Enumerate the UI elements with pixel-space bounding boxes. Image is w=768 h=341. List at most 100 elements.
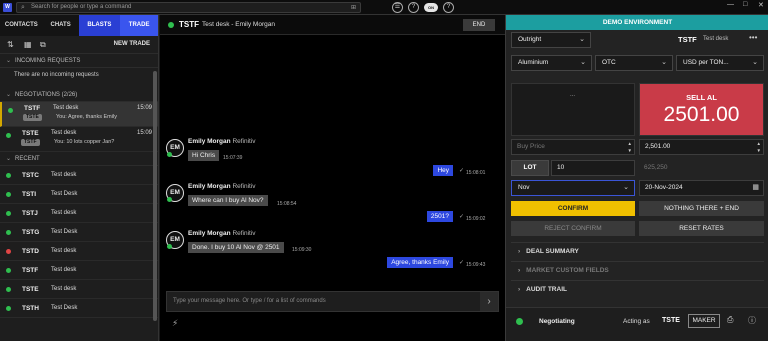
- chat-icon[interactable]: ☰: [392, 2, 403, 13]
- period-select[interactable]: Nov ⌄: [511, 180, 635, 196]
- online-status-dot: [6, 306, 11, 311]
- end-button[interactable]: END: [463, 19, 495, 31]
- question-icon[interactable]: ?: [443, 2, 454, 13]
- recent-item[interactable]: TSTD Test desk: [0, 242, 158, 261]
- negotiation-name: Test desk: [51, 130, 77, 136]
- maximize-icon[interactable]: □: [743, 1, 747, 8]
- grid-icon[interactable]: ▦: [24, 40, 32, 49]
- toggle-icon[interactable]: ON: [424, 3, 438, 12]
- unit-select[interactable]: USD per TON... ⌄: [676, 55, 764, 71]
- quick-command-icon[interactable]: ⚡: [172, 318, 178, 329]
- recent-header[interactable]: ⌄ RECENT: [0, 152, 158, 166]
- online-status-dot: [167, 197, 172, 202]
- online-status-dot: [6, 211, 11, 216]
- online-status-dot: [6, 268, 11, 273]
- recent-item[interactable]: TSTH Test Desk: [0, 299, 158, 318]
- chevron-down-icon: ⌄: [6, 58, 12, 64]
- close-icon[interactable]: ✕: [758, 1, 764, 9]
- trade-panel: DEMO ENVIRONMENT Outright ⌄ TSTF Test des…: [505, 15, 768, 341]
- recent-code: TSTI: [22, 191, 37, 198]
- message-time: 15:07:39: [223, 155, 243, 161]
- incoming-requests-header[interactable]: ⌄ INCOMING REQUESTS: [0, 54, 158, 68]
- help-icon[interactable]: ?: [408, 2, 419, 13]
- buy-price-input[interactable]: Buy Price ▲ ▼: [511, 139, 635, 155]
- sort-icon[interactable]: ⇅: [7, 40, 14, 49]
- left-panel: CONTACTS CHATS BLASTS TRADE ⇅ ▦ ⧉ NEW TR…: [0, 15, 159, 341]
- chevron-right-icon: ›: [518, 267, 521, 274]
- sell-price: 2501.00: [663, 103, 740, 126]
- lot-quantity-input[interactable]: 10: [551, 160, 635, 176]
- recent-name: Test desk: [51, 267, 77, 273]
- confirm-button[interactable]: CONFIRM: [511, 201, 635, 216]
- more-options-icon[interactable]: •••: [749, 33, 757, 42]
- role-button[interactable]: MAKER: [688, 314, 720, 328]
- stepper-icon[interactable]: ▲ ▼: [628, 140, 632, 154]
- online-status-dot: [167, 244, 172, 249]
- venue-select[interactable]: OTC ⌄: [595, 55, 673, 71]
- calendar-icon[interactable]: ▦: [752, 181, 759, 195]
- tab-contacts[interactable]: CONTACTS: [0, 15, 43, 36]
- chat-header-title: Test desk - Emily Morgan: [202, 21, 275, 28]
- negotiations-header[interactable]: ⌄ NEGOTIATIONS (2/26): [0, 88, 158, 102]
- audit-trail-accordion[interactable]: › AUDIT TRAIL: [511, 280, 764, 297]
- sell-price-input[interactable]: 2,501.00 ▲ ▼: [639, 139, 764, 155]
- search-icon: ⌕: [21, 4, 25, 11]
- sell-price-tile[interactable]: SELL AL 2501.00: [639, 83, 764, 136]
- popout-icon[interactable]: ⧉: [40, 40, 46, 50]
- tab-blasts[interactable]: BLASTS: [78, 15, 121, 36]
- recent-item[interactable]: TSTC Test desk: [0, 166, 158, 185]
- recent-item[interactable]: TSTE Test desk: [0, 280, 158, 299]
- market-custom-fields-accordion[interactable]: › MARKET CUSTOM FIELDS: [511, 261, 764, 278]
- outgoing-message: Agree, thanks Emily: [387, 257, 453, 268]
- avatar: EM: [166, 184, 184, 202]
- negotiation-item[interactable]: TSTE Test desk 15:09 TSTF You: 10 lots c…: [0, 127, 158, 152]
- left-tabs: CONTACTS CHATS BLASTS TRADE: [0, 15, 159, 36]
- deal-summary-accordion[interactable]: › DEAL SUMMARY: [511, 242, 764, 259]
- minimize-icon[interactable]: —: [727, 1, 734, 8]
- online-status-dot: [167, 152, 172, 157]
- negotiation-last-message: You: Agree, thanks Emily: [56, 114, 117, 120]
- incoming-message: Where can I buy Al Nov?: [188, 195, 268, 206]
- commodity-select[interactable]: Aluminium ⌄: [511, 55, 592, 71]
- notional-value: 625,250: [644, 164, 668, 171]
- trade-type-select[interactable]: Outright ⌄: [511, 32, 591, 48]
- buy-price-tile[interactable]: ...: [511, 83, 635, 136]
- search-shortcut-icon[interactable]: ⊞: [351, 4, 356, 11]
- nothing-there-end-button[interactable]: NOTHING THERE + END: [639, 201, 764, 216]
- message-time: 15:08:01: [466, 170, 486, 176]
- chat-header-code: TSTF: [179, 20, 199, 29]
- recent-item[interactable]: TSTJ Test desk: [0, 204, 158, 223]
- negotiation-tag: TSTE: [23, 114, 42, 121]
- date-input[interactable]: 20-Nov-2024 ▦: [639, 180, 764, 196]
- tab-chats[interactable]: CHATS: [43, 15, 79, 36]
- recent-code: TSTG: [22, 229, 40, 236]
- negotiation-item[interactable]: TSTF Test desk 15:09 TSTE You: Agree, th…: [0, 102, 158, 127]
- stepper-icon[interactable]: ▲ ▼: [757, 140, 761, 154]
- chat-header: TSTF Test desk - Emily Morgan END: [160, 15, 505, 35]
- counterparty-code: TSTF: [678, 35, 697, 44]
- recent-item[interactable]: TSTF Test desk: [0, 261, 158, 280]
- global-search-input[interactable]: ⌕ Search for people or type a command ⊞: [16, 2, 361, 13]
- print-icon[interactable]: ⎙: [727, 315, 733, 325]
- recent-item[interactable]: TSTI Test Desk: [0, 185, 158, 204]
- avatar: EM: [166, 139, 184, 157]
- tab-trade[interactable]: TRADE: [120, 15, 159, 36]
- reset-rates-button[interactable]: RESET RATES: [639, 221, 764, 236]
- recent-item[interactable]: TSTG Test Desk: [0, 223, 158, 242]
- recent-name: Test desk: [51, 248, 77, 254]
- title-icons: ☰ ? ON ?: [392, 1, 454, 14]
- chevron-down-icon: ⌄: [752, 59, 758, 66]
- recent-name: Test desk: [51, 286, 77, 292]
- message-input[interactable]: Type your message here. Or type / for a …: [166, 291, 499, 312]
- info-icon[interactable]: ⓘ: [748, 315, 756, 326]
- left-scrollbar[interactable]: [153, 71, 157, 321]
- check-icon: ✓: [458, 260, 464, 266]
- recent-code: TSTF: [22, 267, 39, 274]
- check-icon: ✓: [458, 214, 464, 220]
- trade-footer: Negotiating Acting as TSTE MAKER ⎙ ⓘ: [506, 307, 768, 341]
- recent-code: TSTJ: [22, 210, 38, 217]
- app-logo: W: [3, 3, 12, 12]
- new-trade-button[interactable]: NEW TRADE: [114, 41, 150, 47]
- reject-confirm-button[interactable]: REJECT CONFIRM: [511, 221, 635, 236]
- send-icon[interactable]: ›: [480, 292, 498, 311]
